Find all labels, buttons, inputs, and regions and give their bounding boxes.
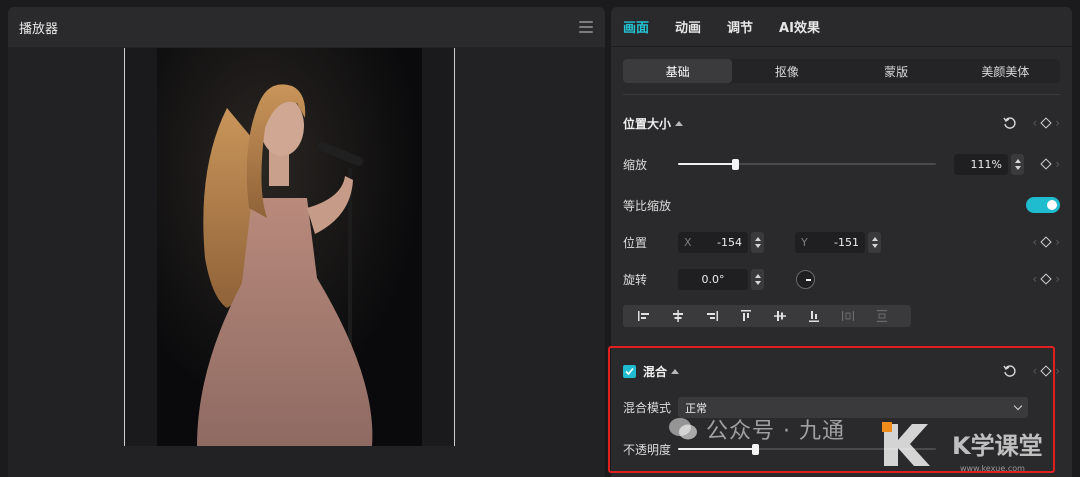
canvas-frame [124,48,455,446]
opacity-row: 不透明度 [623,441,1060,457]
scale-slider-fill [678,163,735,165]
player-panel: 播放器 [8,7,605,477]
position-y-stepper[interactable] [868,231,881,253]
rotation-row: 旋转 0.0° ‹ › [623,268,1060,290]
subtab-cutout[interactable]: 抠像 [732,59,841,83]
rotation-input[interactable]: 0.0° [678,268,748,290]
preview-stage[interactable] [8,47,605,477]
prev-keyframe-icon[interactable]: ‹ [1032,116,1037,130]
scale-stepper[interactable] [1011,153,1024,175]
tab-picture[interactable]: 画面 [623,17,649,36]
rotation-keyframe-controls: ‹ › [1032,272,1060,286]
blend-keyframe-controls: ‹ › [1003,364,1060,378]
opacity-label: 不透明度 [623,442,672,457]
next-keyframe-icon[interactable]: › [1055,364,1060,378]
uniform-scale-row: 等比缩放 [623,196,1060,214]
align-right-icon[interactable] [695,305,729,327]
blend-toggle[interactable]: 混合 [643,363,680,380]
scale-slider[interactable] [678,158,936,170]
keyframe-icon[interactable] [1040,117,1052,129]
scale-slider-knob[interactable] [731,159,739,170]
caret-up-icon [671,368,680,374]
scale-label: 缩放 [623,157,648,172]
menu-icon[interactable] [579,21,593,33]
blend-mode-select[interactable]: 正常 [678,397,1028,418]
opacity-slider[interactable] [678,443,936,455]
subtab-bar: 基础 抠像 蒙版 美颜美体 [623,59,1060,83]
video-frame-image [157,48,422,446]
divider [623,94,1060,95]
opacity-slider-fill [678,448,756,450]
check-icon [625,367,634,375]
next-keyframe-icon[interactable]: › [1055,272,1060,286]
properties-panel: 画面 动画 调节 AI效果 基础 抠像 蒙版 美颜美体 位置大小 ‹ › 缩放 … [608,7,1072,477]
subtab-beauty[interactable]: 美颜美体 [951,59,1060,83]
y-value: -151 [834,235,859,249]
scale-keyframe-controls: › [1040,157,1060,171]
chevron-down-icon [1013,401,1023,411]
rotation-stepper[interactable] [751,268,764,290]
keyframe-icon[interactable] [1040,158,1052,170]
scale-input[interactable]: 111% [954,153,1008,175]
keyframe-icon[interactable] [1040,236,1052,248]
align-top-icon[interactable] [729,305,763,327]
prev-keyframe-icon[interactable]: ‹ [1032,272,1037,286]
distribute-vertical-icon[interactable] [865,305,899,327]
keyframe-icon[interactable] [1040,273,1052,285]
player-title: 播放器 [19,21,59,37]
align-center-vertical-icon[interactable] [763,305,797,327]
distribute-horizontal-icon[interactable] [831,305,865,327]
blend-header: 混合 ‹ › [623,363,1060,379]
scale-row: 缩放 111% › [623,153,1060,175]
align-center-horizontal-icon[interactable] [661,305,695,327]
position-y-input[interactable]: Y -151 [795,231,865,253]
blend-mode-value: 正常 [685,401,707,415]
x-value: -154 [717,235,742,249]
prev-keyframe-icon[interactable]: ‹ [1032,235,1037,249]
rotation-label: 旋转 [623,272,648,287]
position-row: 位置 X -154 Y -151 ‹ › [623,231,1060,253]
blend-mode-row: 混合模式 正常 [623,397,1060,418]
subtab-basic[interactable]: 基础 [623,59,733,83]
align-bottom-icon[interactable] [797,305,831,327]
position-keyframe-controls: ‹ › [1032,235,1060,249]
blend-mode-label: 混合模式 [623,401,672,415]
tab-animation[interactable]: 动画 [675,17,701,36]
player-header: 播放器 [8,7,605,47]
reset-icon[interactable] [1003,116,1017,130]
position-size-keyframe-controls: ‹ › [1003,116,1060,130]
tab-bar: 画面 动画 调节 AI效果 [611,7,1072,47]
blend-title: 混合 [643,364,668,379]
blend-checkbox[interactable] [623,364,636,378]
rotation-dial[interactable] [796,269,815,289]
opacity-slider-knob[interactable] [752,444,760,455]
position-x-stepper[interactable] [751,231,764,253]
alignment-toolbar [623,305,911,327]
align-left-icon[interactable] [627,305,661,327]
reset-icon[interactable] [1003,364,1017,378]
position-size-title: 位置大小 [623,116,672,131]
position-label: 位置 [623,235,648,250]
keyframe-icon[interactable] [1040,365,1052,377]
tab-adjust[interactable]: 调节 [727,17,753,36]
next-keyframe-icon[interactable]: › [1055,157,1060,171]
position-x-input[interactable]: X -154 [678,231,748,253]
next-keyframe-icon[interactable]: › [1055,116,1060,130]
next-keyframe-icon[interactable]: › [1055,235,1060,249]
uniform-scale-label: 等比缩放 [623,198,672,213]
app-root: 播放器 画面 动画 调节 AI效果 基础 抠像 蒙版 美颜美体 位置大小 ‹ ›… [0,0,1080,477]
uniform-scale-toggle[interactable] [1026,197,1060,213]
y-label: Y [801,235,808,249]
tab-ai-effects[interactable]: AI效果 [779,17,820,36]
x-label: X [684,235,692,249]
position-size-toggle[interactable]: 位置大小 [623,115,684,132]
subtab-mask[interactable]: 蒙版 [842,59,951,83]
prev-keyframe-icon[interactable]: ‹ [1032,364,1037,378]
position-size-header: 位置大小 ‹ › [623,115,1060,131]
caret-up-icon [675,120,684,126]
